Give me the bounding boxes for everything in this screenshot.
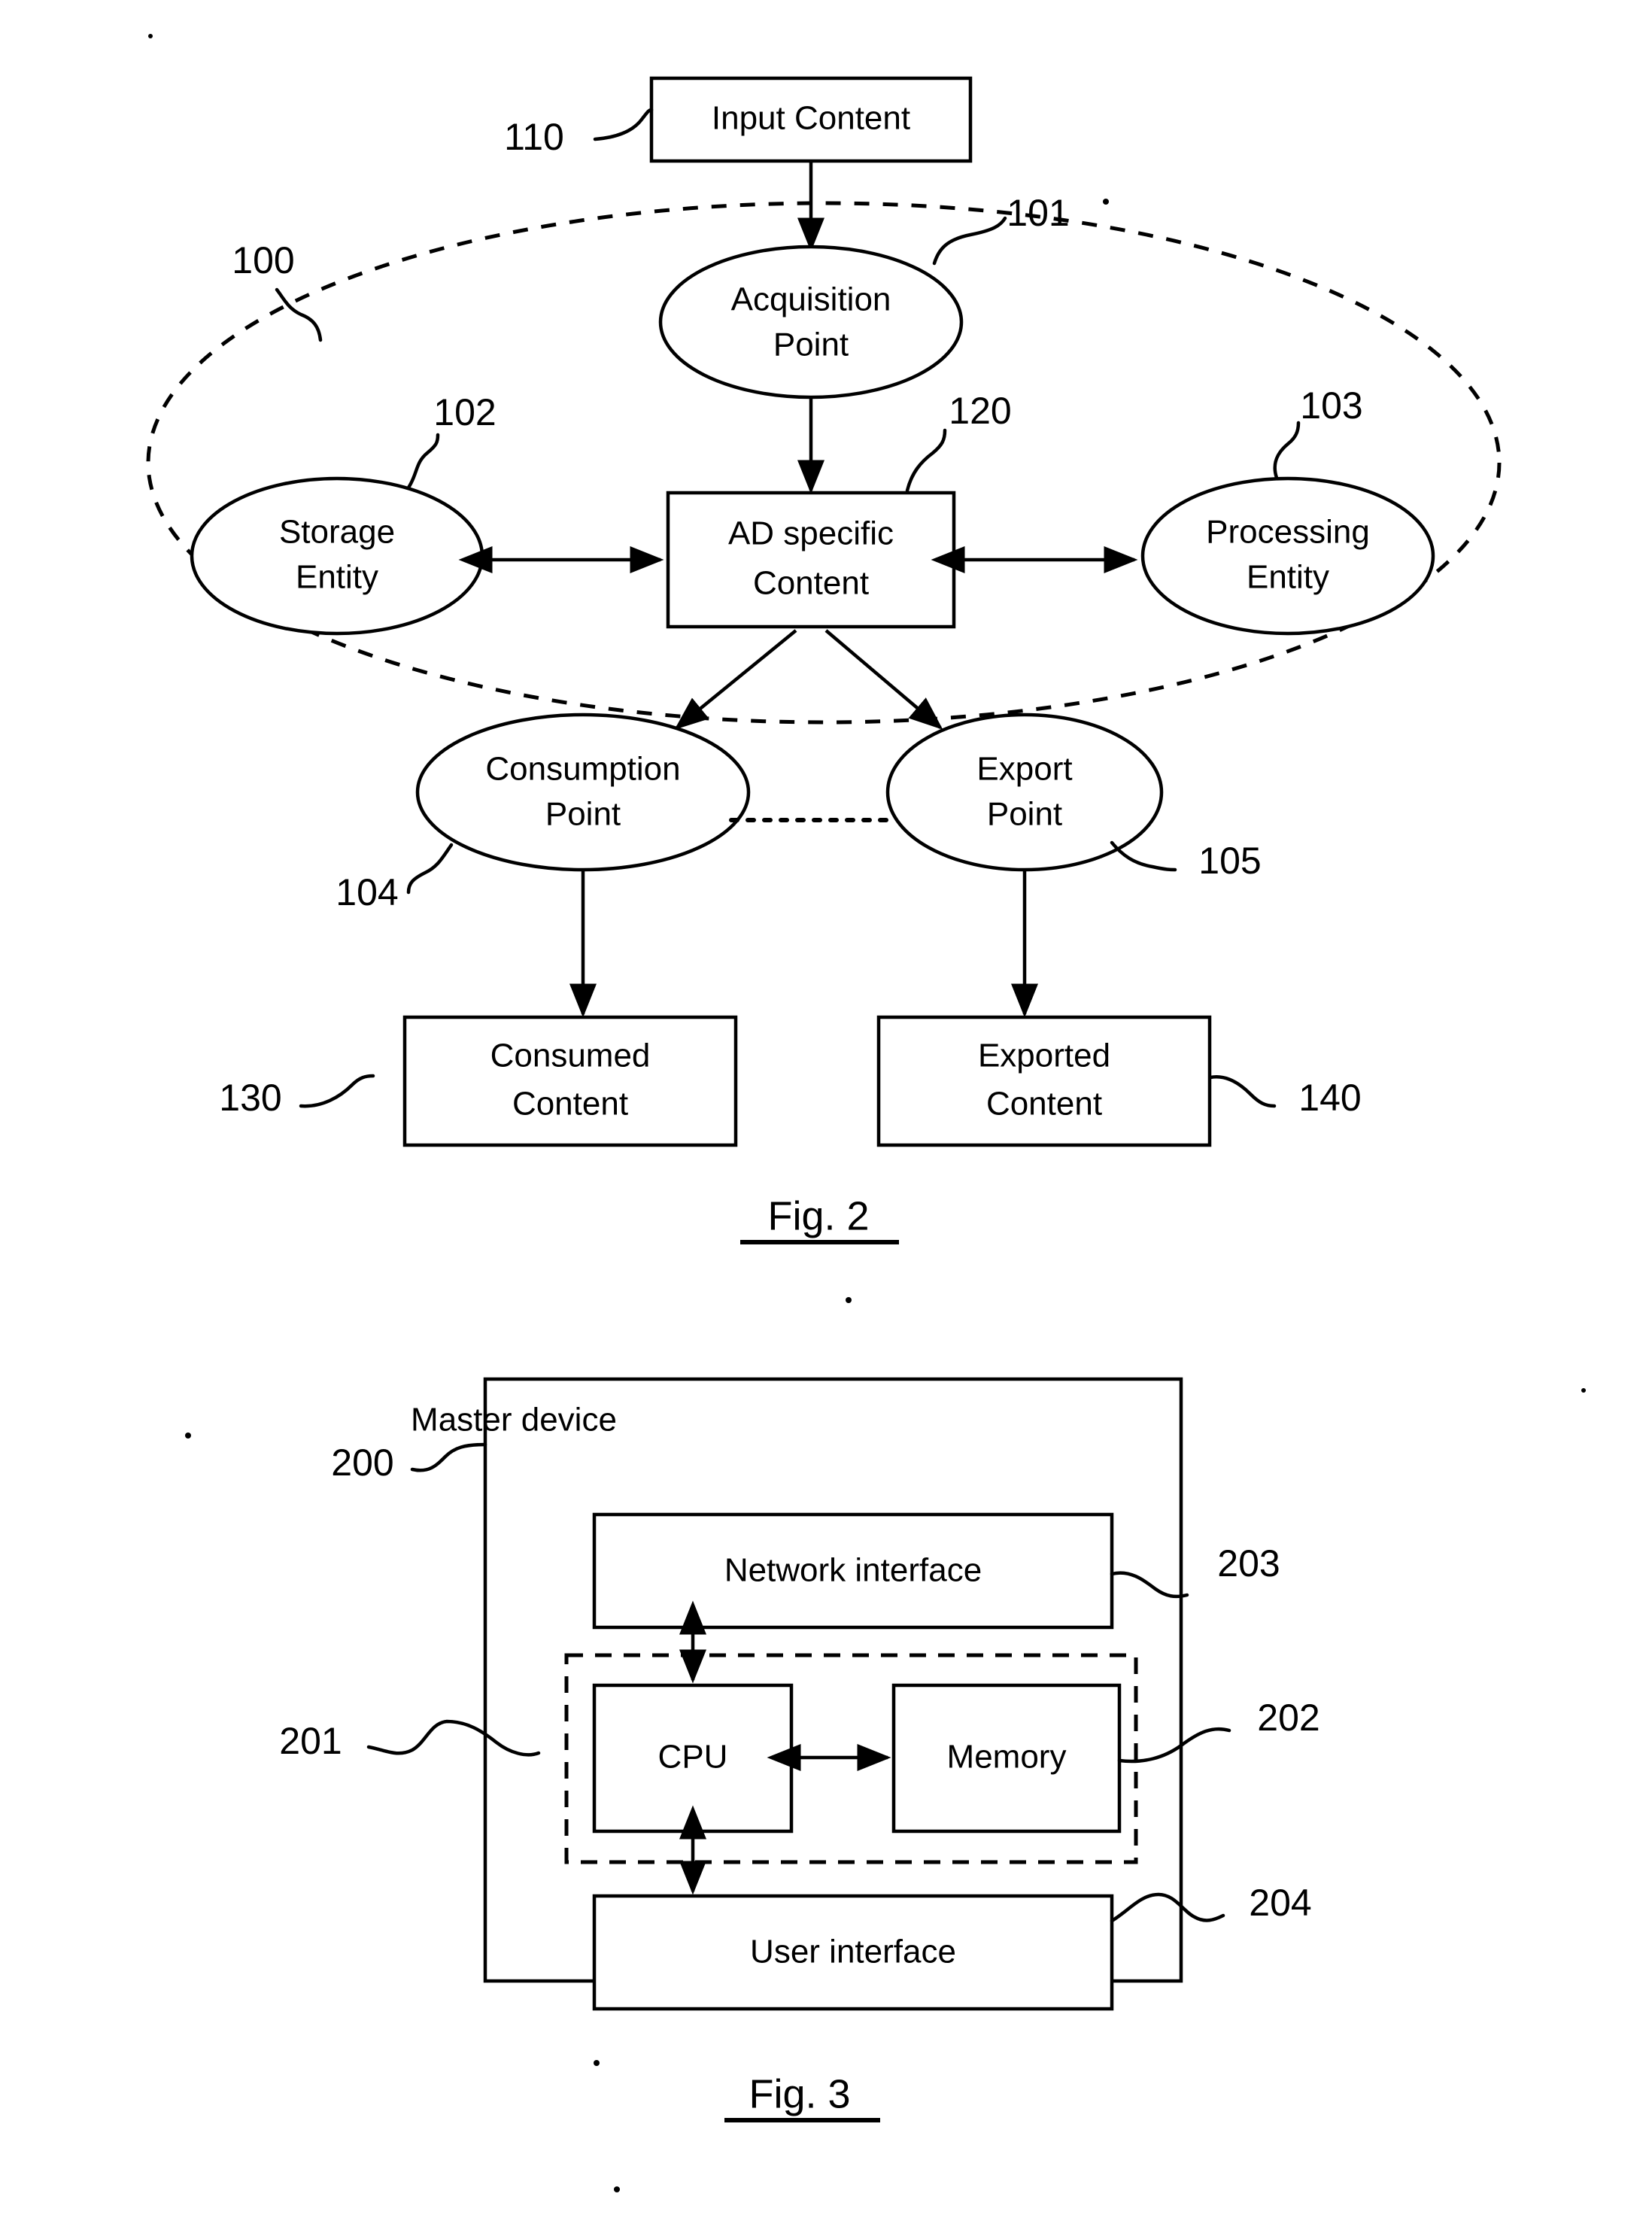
leader-line-110 — [593, 108, 654, 141]
ref-number-105: 105 — [1198, 840, 1261, 882]
scan-speck — [594, 2060, 600, 2066]
leader-line-140 — [1208, 1074, 1277, 1108]
ref-number-140: 140 — [1298, 1077, 1361, 1119]
figure3-caption: Fig. 3 — [749, 2071, 850, 2116]
consumption-point-label-line2: Point — [545, 796, 621, 833]
ref-number-130: 130 — [219, 1077, 281, 1119]
ref-number-104: 104 — [336, 871, 398, 913]
consumption-point-node[interactable] — [415, 712, 751, 872]
input-content-label: Input Content — [712, 100, 910, 137]
leader-line-100 — [275, 287, 323, 342]
scan-speck — [614, 2186, 620, 2192]
exported-content-label-line1: Exported — [978, 1038, 1110, 1074]
ref-number-101: 101 — [1007, 192, 1069, 234]
ad-specific-content-box[interactable] — [666, 491, 956, 629]
user-interface-label: User interface — [750, 1934, 956, 1970]
ref-number-202: 202 — [1257, 1697, 1319, 1739]
acquisition-point-node[interactable] — [658, 245, 964, 400]
ad-specific-content-label-line2: Content — [753, 565, 869, 602]
scan-speck — [846, 1297, 852, 1303]
export-point-label-line2: Point — [987, 796, 1062, 833]
export-point-node[interactable] — [885, 712, 1164, 872]
processing-entity-label-line1: Processing — [1206, 514, 1370, 551]
figure2-caption: Fig. 2 — [767, 1193, 869, 1238]
master-device-box[interactable] — [483, 1377, 1183, 1983]
leader-line-130 — [299, 1074, 375, 1108]
scan-speck — [1581, 1388, 1586, 1393]
leader-line-104 — [406, 843, 454, 895]
processing-entity-node[interactable] — [1140, 476, 1435, 636]
storage-entity-label-line2: Entity — [296, 559, 378, 596]
consumption-point-label-line1: Consumption — [485, 751, 680, 788]
consumed-content-box[interactable] — [402, 1015, 738, 1147]
storage-entity-node[interactable] — [190, 476, 484, 636]
acquisition-point-label-line2: Point — [773, 327, 849, 363]
master-device-label: Master device — [411, 1402, 617, 1439]
edge-content-to-export — [824, 629, 943, 730]
ref-number-102: 102 — [433, 391, 496, 433]
ref-number-120: 120 — [949, 390, 1011, 432]
ref-number-100: 100 — [232, 239, 294, 281]
edge-content-to-consumption — [674, 629, 797, 730]
patent-drawing-sheet: Input Content 110 Acquisition Point 101 … — [0, 0, 1652, 2224]
ref-number-110: 110 — [504, 116, 564, 158]
leader-line-200 — [410, 1442, 487, 1472]
storage-entity-label-line1: Storage — [279, 514, 395, 551]
network-interface-label: Network interface — [724, 1552, 982, 1589]
ref-number-201: 201 — [279, 1720, 342, 1762]
cpu-label: CPU — [658, 1739, 728, 1776]
processing-entity-label-line2: Entity — [1247, 559, 1329, 596]
ad-specific-content-label-line1: AD specific — [728, 515, 894, 552]
exported-content-box[interactable] — [876, 1015, 1212, 1147]
ref-number-103: 103 — [1300, 384, 1362, 427]
ref-number-204: 204 — [1249, 1882, 1311, 1924]
leader-line-120 — [905, 428, 947, 493]
memory-label: Memory — [947, 1739, 1067, 1776]
scan-speck — [148, 34, 153, 38]
ref-number-200: 200 — [331, 1442, 393, 1484]
leader-line-103 — [1273, 421, 1301, 480]
figures-canvas: Input Content 110 Acquisition Point 101 … — [146, 34, 1586, 2192]
leader-line-101 — [932, 216, 1007, 266]
consumed-content-label-line2: Content — [512, 1086, 628, 1123]
leader-line-102 — [406, 433, 440, 490]
scan-speck — [1103, 199, 1109, 205]
ref-number-203: 203 — [1217, 1542, 1280, 1584]
scan-speck — [185, 1433, 191, 1439]
acquisition-point-label-line1: Acquisition — [731, 281, 891, 318]
consumed-content-label-line1: Consumed — [490, 1038, 651, 1074]
export-point-label-line1: Export — [976, 751, 1072, 788]
exported-content-label-line2: Content — [986, 1086, 1102, 1123]
